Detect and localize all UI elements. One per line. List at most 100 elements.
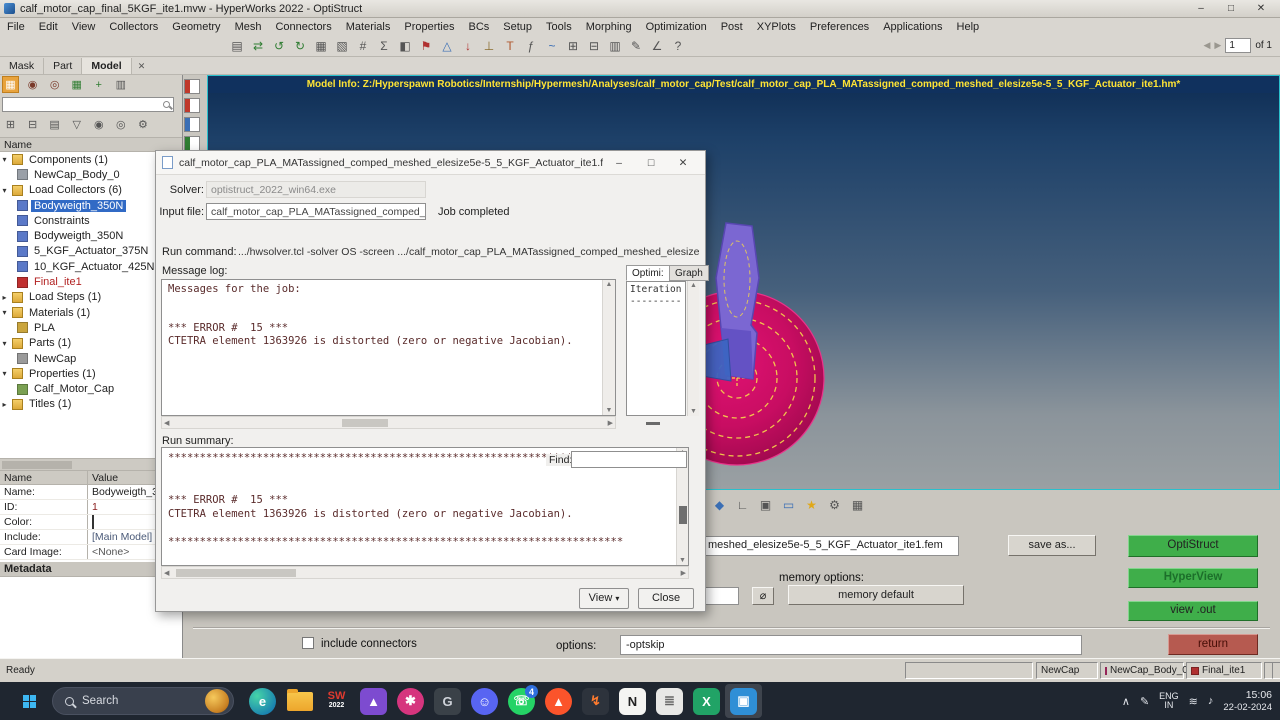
annotate-icon[interactable]: ✎ [627,37,645,55]
menu-edit[interactable]: Edit [32,20,65,34]
find-input[interactable] [571,451,687,468]
hyperview-button[interactable]: HyperView [1128,568,1258,588]
undo-icon[interactable]: ↺ [270,37,288,55]
view-config-icon[interactable]: ▤ [46,116,63,133]
hyperworks-icon[interactable]: ▲ [355,684,392,718]
tree-item-label[interactable]: Parts (1) [26,337,74,349]
reverse-icon[interactable]: ▥ [112,76,129,93]
tree-item-label[interactable]: Components (1) [26,154,111,166]
start-button[interactable] [12,686,46,716]
input-file-field[interactable]: meshed_elesize5e-5_5_KGF_Actuator_ite1.f… [703,536,959,556]
page-number-input[interactable]: 1 [1225,38,1251,53]
show-all-icon[interactable]: ◉ [90,116,107,133]
save-as-button[interactable]: save as... [1008,535,1096,556]
tree-item-label[interactable]: Constraints [31,215,93,227]
solidworks-icon[interactable]: SW2022 [318,684,355,718]
tree-item-label[interactable]: Bodyweigth_350N [31,230,126,242]
redo-icon[interactable]: ↻ [291,37,309,55]
expander-icon[interactable]: ▸ [0,400,9,409]
prop-value[interactable]: 1 [88,500,102,514]
dialog-maximize-button[interactable]: □ [635,152,667,174]
memory-edit-field[interactable] [703,587,739,605]
tree-item-label[interactable]: PLA [31,322,58,334]
axes-icon[interactable]: ∟ [734,496,751,513]
count-icon[interactable]: Σ [375,37,393,55]
dialog-close-button[interactable]: ✕ [667,152,699,174]
view-button[interactable]: View ▾ [579,588,629,609]
hypermesh-icon[interactable]: ✱ [392,684,429,718]
include-connectors-checkbox[interactable] [302,637,314,649]
entity-select-icon[interactable]: ◆ [711,496,728,513]
prop-value[interactable] [88,515,98,529]
menu-properties[interactable]: Properties [397,20,461,34]
view-out-button[interactable]: view .out [1128,601,1258,621]
load-flag-icon[interactable]: ⚑ [417,37,435,55]
menu-tools[interactable]: Tools [539,20,579,34]
force-icon[interactable]: ↓ [459,37,477,55]
brave-browser-icon[interactable]: ▲ [540,684,577,718]
next-page-icon[interactable]: ▶ [1214,40,1221,51]
expander-icon[interactable]: ▾ [0,155,9,164]
tree-item-label[interactable]: 5_KGF_Actuator_375N [31,245,151,257]
clock[interactable]: 15:0622-02-2024 [1223,689,1272,714]
tree-item-label[interactable]: Properties (1) [26,368,99,380]
dialog-input-file-field[interactable]: calf_motor_cap_PLA_MATassigned_comped_me [206,203,426,220]
tree-item-label-current[interactable]: Final_ite1 [31,276,85,288]
browser-settings-icon[interactable]: ⚙ [134,116,151,133]
temperature-icon[interactable]: T [501,37,519,55]
pressure-icon[interactable]: ⊥ [480,37,498,55]
return-button[interactable]: return [1168,634,1258,655]
run-summary-hscrollbar[interactable]: ◀▶ [161,566,689,579]
curve-icon[interactable]: ~ [543,37,561,55]
tab-optimization[interactable]: Optimi: [626,265,670,281]
whatsapp-icon[interactable]: ☏4 [503,684,540,718]
g-app-icon[interactable]: G [429,684,466,718]
expander-icon[interactable]: ▸ [0,293,9,302]
panel-page-icon[interactable] [184,79,200,94]
collapse-all-icon[interactable]: ⊟ [24,116,41,133]
split-window-icon[interactable]: ⊟ [585,37,603,55]
tab-model[interactable]: Model [82,58,131,74]
tree-item-label-selected[interactable]: Bodyweigth_350N [31,200,126,212]
tile-windows-icon[interactable]: ⊞ [564,37,582,55]
edge-browser-icon[interactable]: e [244,684,281,718]
renumber-icon[interactable]: # [354,37,372,55]
tree-item-label[interactable]: Materials (1) [26,307,93,319]
panel-page-icon[interactable] [184,117,200,132]
menu-help[interactable]: Help [950,20,987,34]
status-current-component[interactable]: NewCap_Body_0 [1100,662,1184,679]
splitter-handle[interactable] [646,422,660,425]
message-log-hscrollbar[interactable]: ◀▶ [161,416,616,429]
swap-model-icon[interactable]: ⇄ [249,37,267,55]
expander-icon[interactable]: ▾ [0,369,9,378]
capture-icon[interactable]: ▦ [849,496,866,513]
iteration-vscrollbar[interactable]: ▲▼ [687,281,699,416]
favorites-star-icon[interactable]: ★ [803,496,820,513]
tree-item-label[interactable]: Calf_Motor_Cap [31,383,117,395]
mask-browser-icon[interactable]: ▦ [2,76,19,93]
hide-icon[interactable]: ◎ [46,76,63,93]
search-input[interactable] [2,97,174,112]
view-cube-icon[interactable]: ▣ [757,496,774,513]
expander-icon[interactable]: ▾ [0,339,9,348]
view-settings-icon[interactable]: ⚙ [826,496,843,513]
mask-icon[interactable]: ◧ [396,37,414,55]
bolt-app-icon[interactable]: ↯ [577,684,614,718]
close-button[interactable]: ✕ [1246,1,1276,17]
tree-item-label[interactable]: 10_KGF_Actuator_425N [31,261,157,273]
tab-graph[interactable]: Graph [669,265,709,281]
dialog-close-action-button[interactable]: Close [638,588,694,609]
menu-setup[interactable]: Setup [496,20,539,34]
card-editor-icon[interactable]: ▦ [312,37,330,55]
discord-icon[interactable]: ☺ [466,684,503,718]
session-icon[interactable]: ▤ [228,37,246,55]
menu-connectors[interactable]: Connectors [268,20,338,34]
tray-chevron-icon[interactable]: ∧ [1122,695,1130,708]
organize-icon[interactable]: ▧ [333,37,351,55]
panel-page-icon[interactable] [184,136,200,151]
dialog-minimize-button[interactable]: – [603,152,635,174]
filter-icon[interactable]: ▽ [68,116,85,133]
expander-icon[interactable]: ▾ [0,308,9,317]
menu-xyplots[interactable]: XYPlots [750,20,803,34]
add-icon[interactable]: + [90,77,107,94]
